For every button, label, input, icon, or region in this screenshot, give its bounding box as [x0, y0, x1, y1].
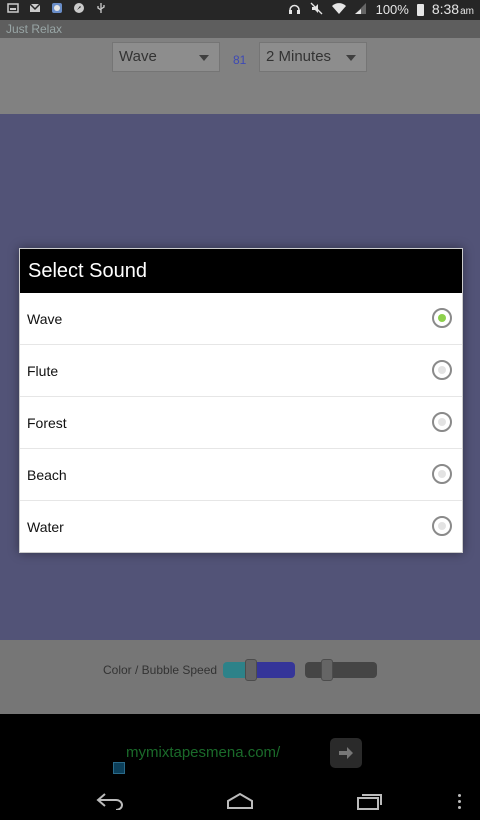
- overflow-dot: [458, 806, 461, 809]
- sound-option-wave[interactable]: Wave: [20, 293, 462, 345]
- ad-info-icon[interactable]: [113, 762, 125, 774]
- overflow-dot: [458, 794, 461, 797]
- option-label: Water: [27, 519, 64, 535]
- overflow-dot: [458, 800, 461, 803]
- back-button[interactable]: [96, 792, 124, 811]
- back-icon: [96, 793, 123, 811]
- home-button[interactable]: [226, 792, 254, 810]
- option-label: Forest: [27, 415, 67, 431]
- option-label: Beach: [27, 467, 67, 483]
- overflow-menu-button[interactable]: [456, 792, 464, 810]
- sound-option-beach[interactable]: Beach: [20, 449, 462, 501]
- radio-icon[interactable]: [432, 360, 452, 380]
- recents-button[interactable]: [356, 792, 384, 810]
- navigation-bar: [0, 780, 480, 820]
- radio-icon[interactable]: [432, 516, 452, 536]
- option-label: Flute: [27, 363, 59, 379]
- sound-option-forest[interactable]: Forest: [20, 397, 462, 449]
- option-label: Wave: [27, 311, 63, 327]
- sound-option-water[interactable]: Water: [20, 501, 462, 553]
- ad-link[interactable]: mymixtapesmena.com/: [126, 744, 280, 761]
- radio-selected-icon[interactable]: [432, 308, 452, 328]
- radio-icon[interactable]: [432, 464, 452, 484]
- select-sound-dialog: Select Sound Wave Flute Forest Beach Wat…: [19, 248, 463, 553]
- radio-icon[interactable]: [432, 412, 452, 432]
- sound-option-flute[interactable]: Flute: [20, 345, 462, 397]
- ad-banner: mymixtapesmena.com/: [0, 714, 480, 780]
- ad-go-button[interactable]: [330, 738, 362, 768]
- home-icon: [227, 792, 253, 809]
- dialog-title: Select Sound: [20, 249, 462, 293]
- recents-icon: [357, 794, 382, 810]
- arrow-right-icon: [339, 747, 353, 759]
